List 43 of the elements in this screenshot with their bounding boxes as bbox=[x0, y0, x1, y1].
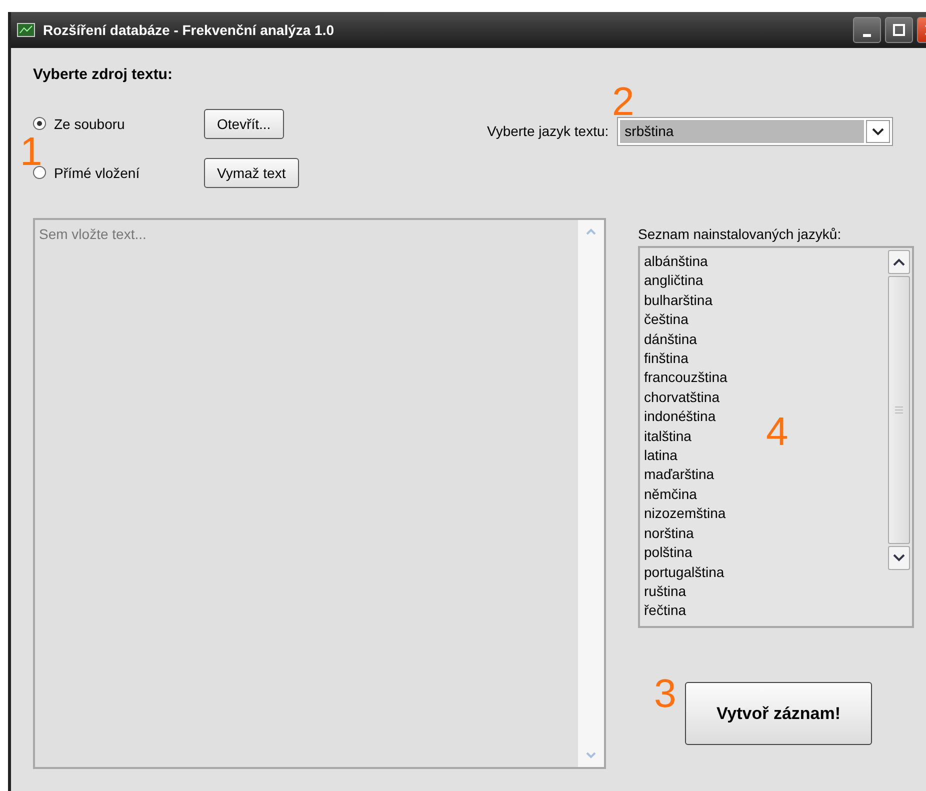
list-item[interactable]: latina bbox=[644, 446, 678, 466]
callout-number: 4 bbox=[766, 412, 788, 452]
list-item[interactable]: angličtina bbox=[644, 271, 704, 291]
list-item[interactable]: polština bbox=[644, 543, 692, 562]
maximize-button[interactable] bbox=[885, 17, 913, 43]
list-item[interactable]: francouzština bbox=[644, 368, 728, 388]
list-item[interactable]: norština bbox=[644, 524, 694, 544]
list-item[interactable]: ruština bbox=[644, 582, 686, 602]
list-item[interactable]: indonéština bbox=[644, 407, 716, 427]
window-title: Rozšíření databáze - Frekvenční analýza 1.0 bbox=[43, 22, 334, 38]
list-label: Seznam nainstalovaných jazyků: bbox=[638, 226, 842, 242]
list-item[interactable]: portugalština bbox=[644, 562, 724, 582]
callout-number: 3 bbox=[654, 674, 676, 714]
action-button[interactable]: Otevřít... bbox=[204, 108, 284, 138]
list-item[interactable]: albánština bbox=[644, 252, 708, 272]
minimize-icon bbox=[863, 34, 871, 36]
list-item[interactable]: italština bbox=[644, 426, 692, 446]
language-label: Vyberte jazyk textu: bbox=[487, 123, 609, 139]
chevron-up-icon[interactable] bbox=[893, 258, 905, 266]
list-item[interactable]: finština bbox=[644, 349, 688, 368]
callout-number: 1 bbox=[20, 132, 42, 172]
section-heading: Vyberte zdroj textu: bbox=[33, 66, 174, 83]
create-record-button[interactable]: Vytvoř záznam! bbox=[685, 682, 872, 745]
minimize-button[interactable] bbox=[853, 17, 881, 43]
list-item[interactable]: chorvatština bbox=[644, 388, 720, 408]
list-item[interactable]: maďarština bbox=[644, 465, 714, 485]
chevron-down-icon bbox=[872, 128, 884, 136]
radio-button[interactable] bbox=[33, 166, 46, 179]
list-item[interactable]: nizozemština bbox=[644, 504, 726, 524]
language-dropdown[interactable]: srbština bbox=[616, 117, 893, 146]
maximize-icon bbox=[893, 24, 905, 36]
grip-icon bbox=[895, 406, 903, 414]
list-item[interactable]: čeština bbox=[644, 310, 688, 330]
app-icon bbox=[17, 23, 35, 37]
list-item[interactable]: dánština bbox=[644, 330, 697, 350]
list-item[interactable]: řečtina bbox=[644, 601, 686, 621]
radio-button[interactable] bbox=[33, 117, 46, 130]
list-item[interactable]: němčina bbox=[644, 484, 697, 504]
chevron-down-icon[interactable] bbox=[893, 554, 905, 562]
list-item[interactable]: bulharština bbox=[644, 290, 712, 310]
action-button[interactable]: Vymaž text bbox=[204, 158, 299, 188]
radio-label[interactable]: Ze souboru bbox=[54, 116, 125, 132]
radio-label[interactable]: Přímé vložení bbox=[54, 164, 140, 180]
